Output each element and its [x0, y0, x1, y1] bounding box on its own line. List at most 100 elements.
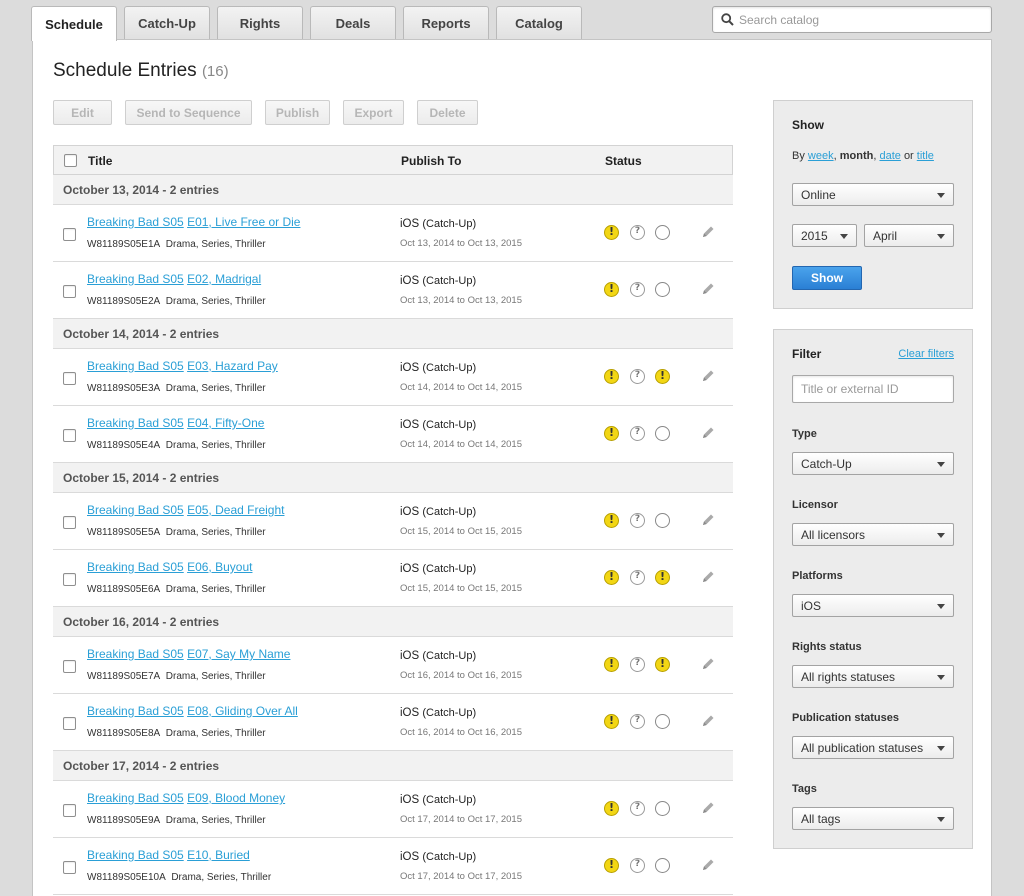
clear-filters-link[interactable]: Clear filters	[898, 348, 954, 360]
series-link[interactable]: Breaking Bad S05	[87, 215, 184, 229]
episode-link[interactable]: E08, Gliding Over All	[187, 704, 298, 718]
row-checkbox[interactable]	[63, 660, 76, 673]
series-link[interactable]: Breaking Bad S05	[87, 848, 184, 862]
edit-pencil-icon[interactable]	[700, 800, 716, 819]
send-to-sequence-button[interactable]: Send to Sequence	[125, 100, 252, 125]
edit-pencil-icon[interactable]	[700, 425, 716, 444]
edit-pencil-icon[interactable]	[700, 713, 716, 732]
table-header: Title Publish To Status	[53, 145, 733, 175]
year-select[interactable]: 2015	[792, 224, 857, 247]
title-or-id-input[interactable]	[792, 375, 954, 403]
show-panel: Show By week, month, date or title Onlin…	[773, 100, 973, 309]
row-checkbox[interactable]	[63, 861, 76, 874]
series-link[interactable]: Breaking Bad S05	[87, 416, 184, 430]
row-checkbox[interactable]	[63, 429, 76, 442]
chevron-down-icon	[840, 234, 848, 239]
edit-pencil-icon[interactable]	[700, 512, 716, 531]
table-row: Breaking Bad S05 E01, Live Free or Die W8…	[53, 205, 733, 262]
service-name: (Catch-Up)	[422, 362, 477, 374]
tags-select[interactable]: All tags	[792, 807, 954, 830]
date-group-label: October 15, 2014 - 2 entries	[63, 471, 220, 485]
publication-statuses-select[interactable]: All publication statuses	[792, 736, 954, 759]
service-name: (Catch-Up)	[422, 506, 477, 518]
status-warning-icon	[604, 225, 619, 240]
row-checkbox[interactable]	[63, 285, 76, 298]
entry-title: Breaking Bad S05 E02, Madrigal	[87, 272, 261, 286]
service-name: (Catch-Up)	[422, 563, 477, 575]
series-link[interactable]: Breaking Bad S05	[87, 647, 184, 661]
episode-link[interactable]: E07, Say My Name	[187, 647, 290, 661]
edit-button[interactable]: Edit	[53, 100, 112, 125]
external-id: W81189S05E7A	[87, 671, 161, 682]
publish-target: iOS (Catch-Up)	[400, 218, 476, 230]
search-input[interactable]	[739, 12, 979, 27]
episode-link[interactable]: E10, Buried	[187, 848, 250, 862]
row-checkbox[interactable]	[63, 717, 76, 730]
row-checkbox[interactable]	[63, 573, 76, 586]
show-by-title-link[interactable]: title	[917, 150, 934, 162]
show-panel-title: Show	[792, 118, 824, 132]
type-select[interactable]: Catch-Up	[792, 452, 954, 475]
service-name: (Catch-Up)	[422, 851, 477, 863]
episode-link[interactable]: E01, Live Free or Die	[187, 215, 300, 229]
edit-pencil-icon[interactable]	[700, 368, 716, 387]
table-row: Breaking Bad S05 E10, Buried W81189S05E10…	[53, 838, 733, 895]
entry-title: Breaking Bad S05 E04, Fifty-One	[87, 416, 264, 430]
entry-title: Breaking Bad S05 E08, Gliding Over All	[87, 704, 298, 718]
tags-select-value: All tags	[801, 811, 841, 826]
table-row: Breaking Bad S05 E06, Buyout W81189S05E6A…	[53, 550, 733, 607]
tab-reports[interactable]: Reports	[403, 6, 489, 40]
edit-pencil-icon[interactable]	[700, 656, 716, 675]
chevron-down-icon	[937, 234, 945, 239]
month-select[interactable]: April	[864, 224, 954, 247]
entry-meta: W81189S05E2A Drama, Series, Thriller	[87, 296, 266, 307]
series-link[interactable]: Breaking Bad S05	[87, 704, 184, 718]
tab-rights[interactable]: Rights	[217, 6, 303, 40]
select-all-checkbox[interactable]	[64, 154, 77, 167]
series-link[interactable]: Breaking Bad S05	[87, 791, 184, 805]
episode-link[interactable]: E09, Blood Money	[187, 791, 285, 805]
row-checkbox[interactable]	[63, 372, 76, 385]
entry-title: Breaking Bad S05 E01, Live Free or Die	[87, 215, 300, 229]
entry-count: (16)	[201, 63, 229, 80]
show-by-week-link[interactable]: week	[808, 150, 834, 162]
episode-link[interactable]: E02, Madrigal	[187, 272, 261, 286]
licensor-select[interactable]: All licensors	[792, 523, 954, 546]
service-name: (Catch-Up)	[422, 218, 477, 230]
episode-link[interactable]: E04, Fifty-One	[187, 416, 264, 430]
publish-button[interactable]: Publish	[265, 100, 330, 125]
tab-schedule[interactable]: Schedule	[31, 6, 117, 41]
edit-pencil-icon[interactable]	[700, 281, 716, 300]
series-link[interactable]: Breaking Bad S05	[87, 359, 184, 373]
edit-pencil-icon[interactable]	[700, 857, 716, 876]
tab-catch-up[interactable]: Catch-Up	[124, 6, 210, 40]
tab-catalog[interactable]: Catalog	[496, 6, 582, 40]
platforms-select[interactable]: iOS	[792, 594, 954, 617]
status-warning-icon	[604, 513, 619, 528]
delete-button[interactable]: Delete	[417, 100, 478, 125]
series-link[interactable]: Breaking Bad S05	[87, 503, 184, 517]
status-warning-icon	[655, 369, 670, 384]
show-by-date-link[interactable]: date	[879, 150, 900, 162]
mode-select-value: Online	[801, 187, 836, 202]
episode-link[interactable]: E06, Buyout	[187, 560, 252, 574]
series-link[interactable]: Breaking Bad S05	[87, 560, 184, 574]
export-button[interactable]: Export	[343, 100, 404, 125]
rights-status-select[interactable]: All rights statuses	[792, 665, 954, 688]
row-checkbox[interactable]	[63, 516, 76, 529]
mode-select[interactable]: Online	[792, 183, 954, 206]
edit-pencil-icon[interactable]	[700, 224, 716, 243]
row-checkbox[interactable]	[63, 804, 76, 817]
edit-pencil-icon[interactable]	[700, 569, 716, 588]
status-empty-icon	[655, 426, 670, 441]
tab-deals[interactable]: Deals	[310, 6, 396, 40]
platform-name: iOS	[400, 506, 420, 518]
publish-target: iOS (Catch-Up)	[400, 362, 476, 374]
episode-link[interactable]: E05, Dead Freight	[187, 503, 284, 517]
episode-link[interactable]: E03, Hazard Pay	[187, 359, 278, 373]
show-button[interactable]: Show	[792, 266, 862, 290]
series-link[interactable]: Breaking Bad S05	[87, 272, 184, 286]
date-group-label: October 13, 2014 - 2 entries	[63, 183, 220, 197]
row-checkbox[interactable]	[63, 228, 76, 241]
table-row: Breaking Bad S05 E05, Dead Freight W81189…	[53, 493, 733, 550]
